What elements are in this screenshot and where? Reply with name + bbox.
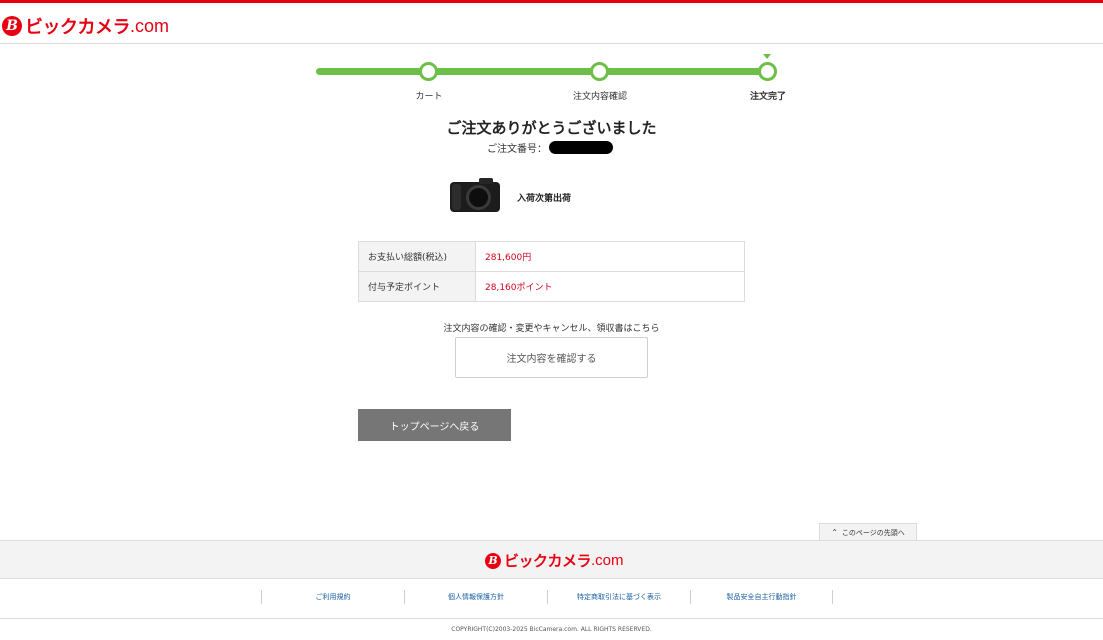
footer-link-commerce-law[interactable]: 特定商取引法に基づく表示: [547, 590, 690, 604]
total-label: お支払い総額(税込): [358, 241, 476, 272]
logo-name: ビックカメラ: [504, 552, 592, 570]
current-step-marker-icon: [763, 54, 771, 59]
site-logo[interactable]: B ビックカメラ .com: [2, 13, 169, 39]
step-node-confirm: [590, 62, 609, 81]
logo-mark-icon: B: [485, 552, 501, 569]
points-value: 28,160ポイント: [475, 271, 745, 302]
back-to-top-page-button[interactable]: トップページへ戻る: [358, 409, 511, 441]
step-label-confirm: 注文内容確認: [572, 92, 628, 102]
site-header: B ビックカメラ .com: [0, 3, 1103, 44]
confirm-note: 注文内容の確認・変更やキャンセル、領収書はこちら: [443, 324, 660, 334]
logo-name: ビックカメラ: [25, 17, 131, 38]
page-top-label: このページの先頭へ: [841, 528, 905, 537]
points-label: 付与予定ポイント: [358, 271, 476, 302]
table-row: 付与予定ポイント 28,160ポイント: [358, 271, 745, 302]
chevron-up-icon: ⌃: [831, 528, 838, 537]
step-label-cart: カート: [415, 92, 443, 102]
progress-track: [316, 68, 769, 75]
logo-suffix: .com: [591, 552, 624, 569]
order-number: ご注文番号：: [487, 140, 613, 155]
view-order-button[interactable]: 注文内容を確認する: [455, 337, 648, 378]
footer-links: ご利用規約 個人情報保護方針 特定商取引法に基づく表示 製品安全自主行動指針: [261, 590, 833, 604]
ordered-product: 入荷次第出荷: [449, 177, 571, 217]
page-top-link[interactable]: ⌃ このページの先頭へ: [819, 523, 917, 541]
footer-link-product-safety[interactable]: 製品安全自主行動指針: [690, 590, 833, 604]
order-summary-table: お支払い総額(税込) 281,600円 付与予定ポイント 28,160ポイント: [358, 241, 745, 302]
step-label-complete: 注文完了: [749, 92, 787, 102]
camera-icon: [449, 177, 501, 217]
logo-mark-icon: B: [2, 16, 22, 36]
total-value: 281,600円: [475, 241, 745, 272]
step-node-complete: [758, 62, 777, 81]
footer-link-terms[interactable]: ご利用規約: [261, 590, 404, 604]
footer-link-privacy[interactable]: 個人情報保護方針: [404, 590, 547, 604]
footer-logo[interactable]: B ビックカメラ .com: [485, 550, 624, 571]
page-title: ご注文ありがとうございました: [446, 119, 657, 137]
logo-suffix: .com: [130, 15, 170, 36]
checkout-progress: カート 注文内容確認 注文完了: [316, 54, 786, 108]
footer-logo-band: B ビックカメラ .com: [0, 540, 1103, 579]
shipping-status: 入荷次第出荷: [517, 193, 572, 204]
table-row: お支払い総額(税込) 281,600円: [358, 241, 745, 272]
step-node-cart: [419, 62, 438, 81]
order-number-redacted: [549, 141, 613, 154]
order-number-label: ご注文番号：: [487, 144, 547, 155]
footer-divider: [0, 618, 1103, 619]
copyright: COPYRIGHT(C)2003-2025 BicCamera.com. ALL…: [451, 626, 652, 633]
